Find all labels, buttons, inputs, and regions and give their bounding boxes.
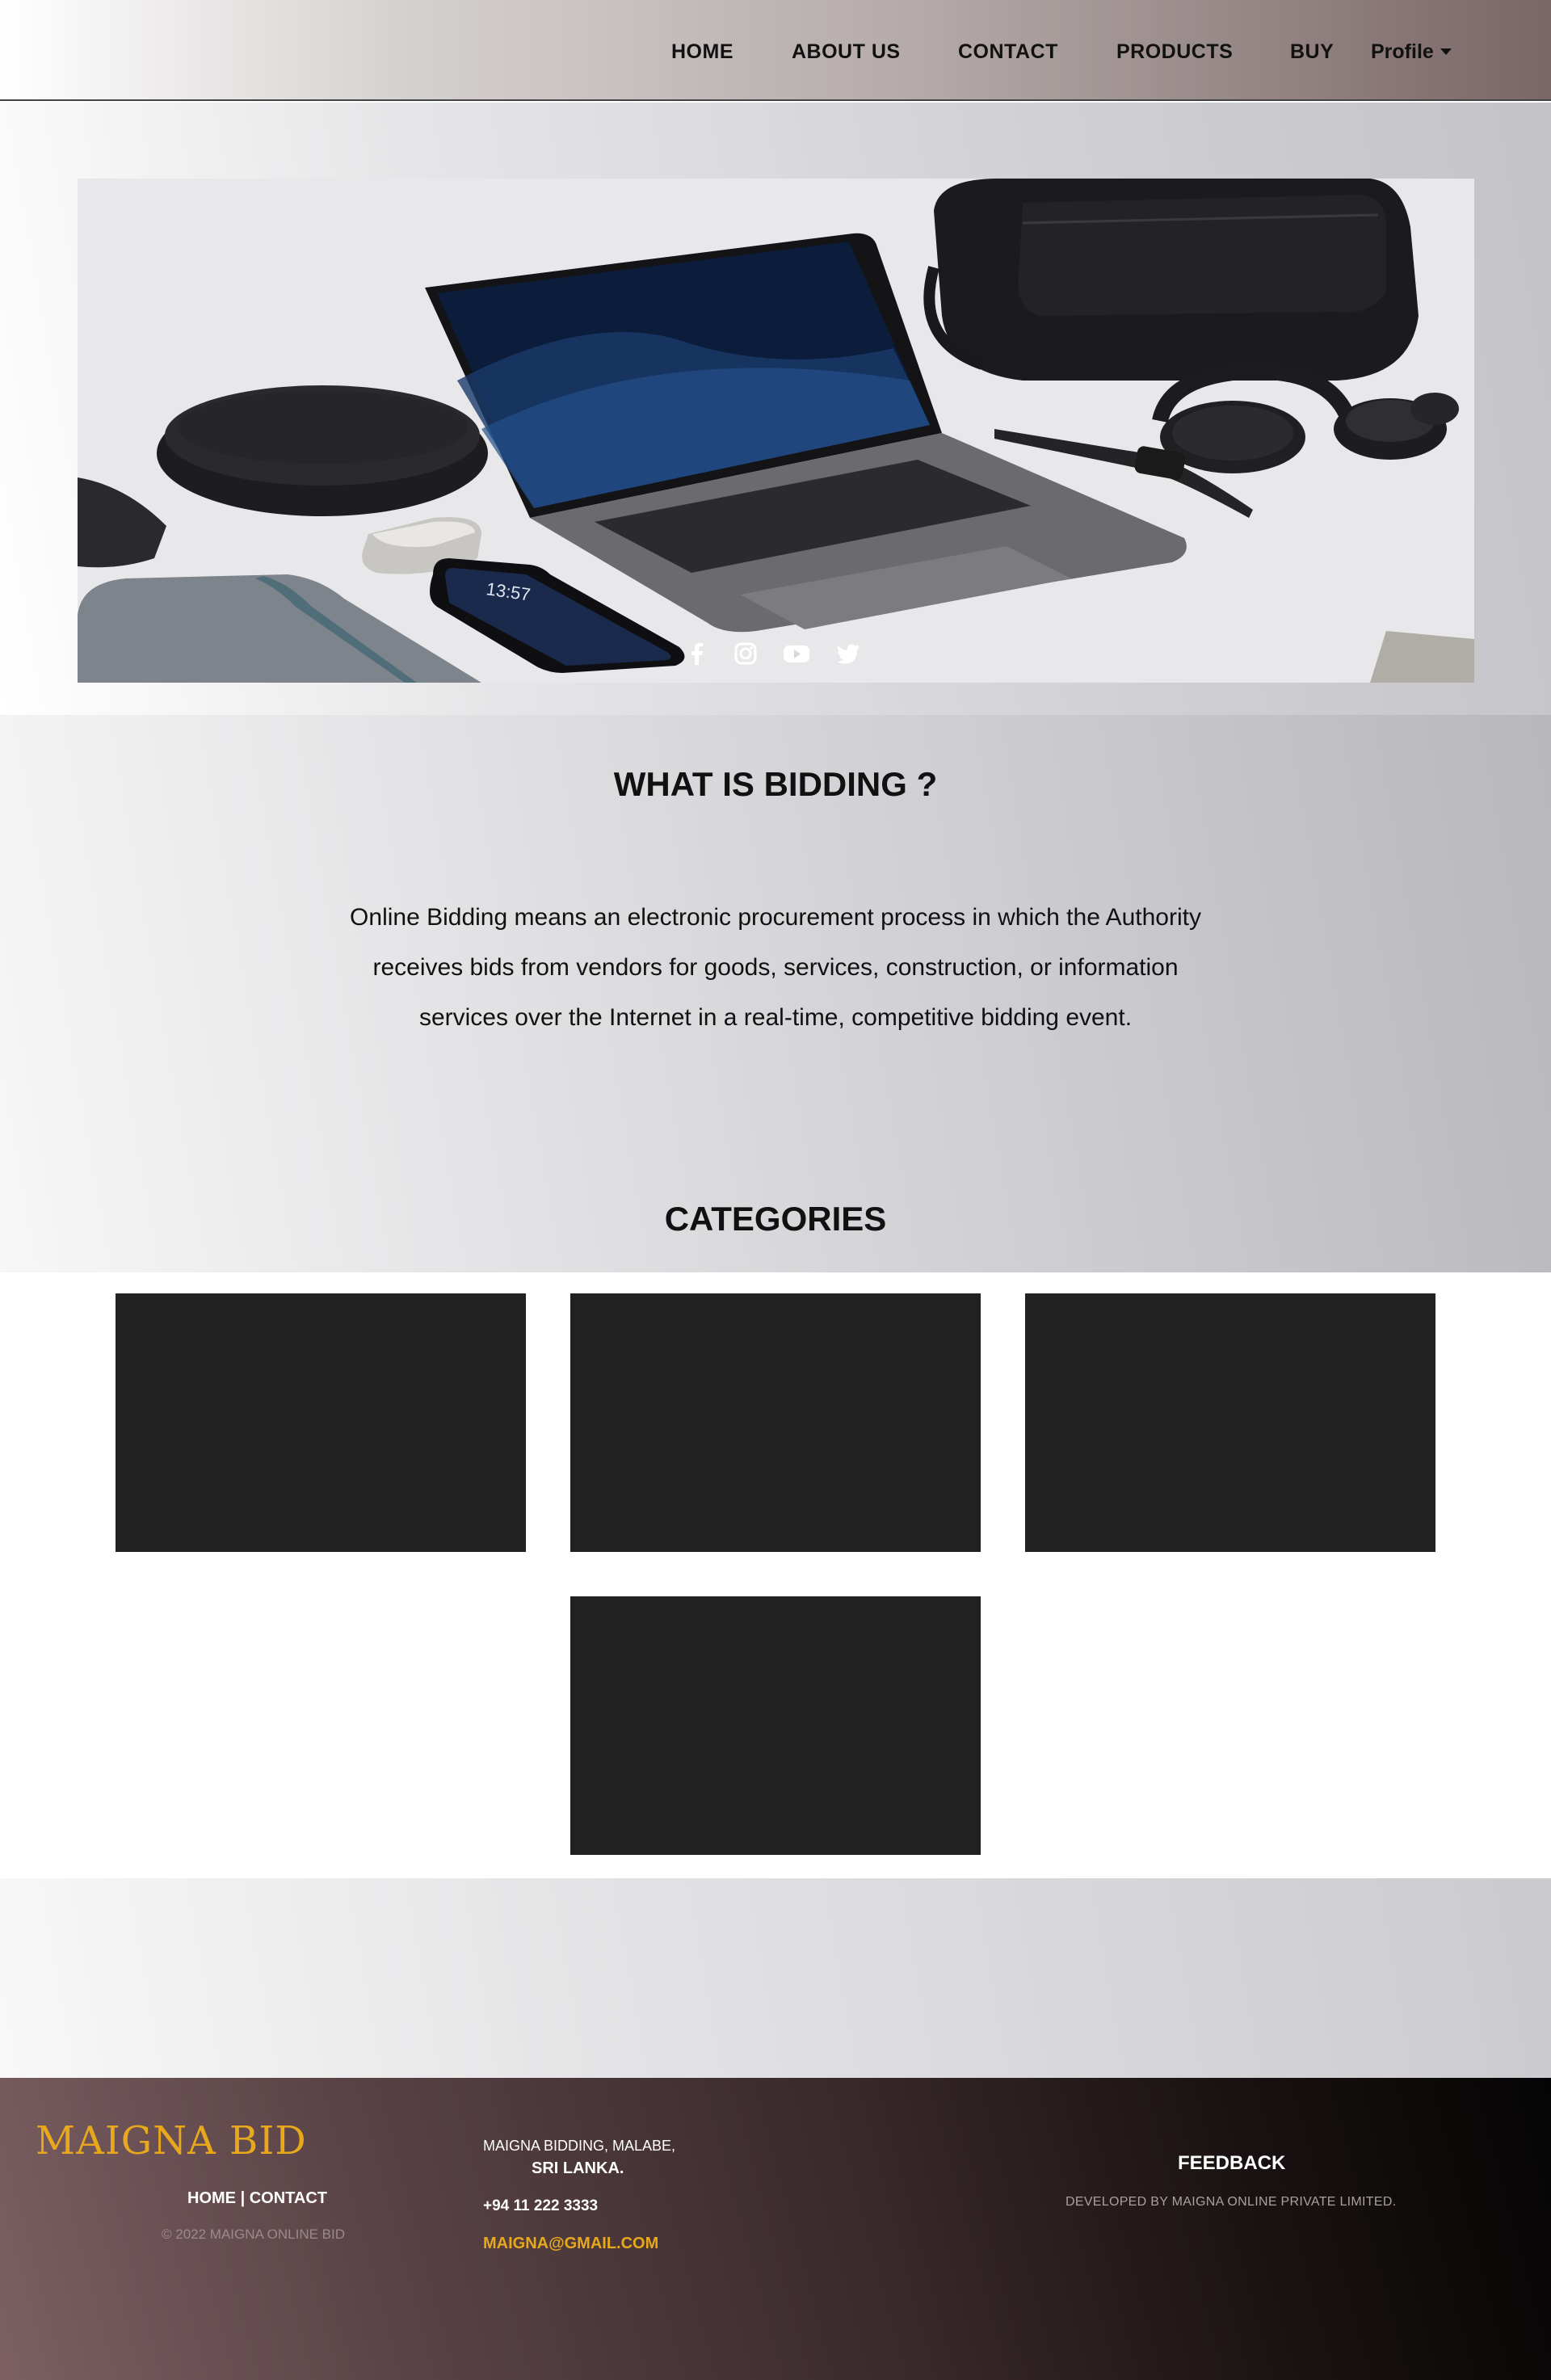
youtube-icon[interactable] bbox=[783, 641, 809, 666]
bidding-text-line: Online Bidding means an electronic procu… bbox=[350, 904, 1201, 931]
footer-phone: +94 11 222 3333 bbox=[483, 2197, 599, 2214]
top-navbar: HOME ABOUT US CONTACT PRODUCTS BUY Profi… bbox=[0, 0, 1551, 101]
categories-heading: CATEGORIES bbox=[664, 1200, 887, 1238]
nav-home[interactable]: HOME bbox=[671, 40, 733, 64]
footer: MAIGNA BID HOME | CONTACT © 2022 MAIGNA … bbox=[0, 2078, 1551, 2380]
category-card[interactable] bbox=[1025, 1293, 1435, 1552]
bidding-description: Online Bidding means an electronic procu… bbox=[307, 893, 1244, 1043]
footer-developer-credit: DEVELOPED BY MAIGNA ONLINE PRIVATE LIMIT… bbox=[1066, 2195, 1397, 2209]
categories-grid bbox=[0, 1272, 1551, 1878]
category-card[interactable] bbox=[570, 1293, 981, 1552]
bidding-text-line: services over the Internet in a real-tim… bbox=[418, 1004, 1133, 1031]
footer-email-link[interactable]: MAIGNA@GMAIL.COM bbox=[483, 2235, 658, 2253]
footer-link-contact[interactable]: CONTACT bbox=[250, 2189, 327, 2207]
instagram-icon[interactable] bbox=[733, 641, 759, 666]
feedback-link[interactable]: FEEDBACK bbox=[1178, 2152, 1285, 2175]
hero-banner-image: 13:57 bbox=[78, 179, 1474, 683]
footer-address-line2: SRI LANKA. bbox=[532, 2159, 624, 2177]
hero-section: 13:57 bbox=[0, 103, 1551, 715]
profile-label: Profile bbox=[1371, 40, 1434, 63]
bidding-info-section: WHAT IS BIDDING ? Online Bidding means a… bbox=[0, 715, 1551, 1272]
earbuds-case-graphic bbox=[157, 385, 488, 516]
spacer-section bbox=[0, 1878, 1551, 2078]
facebook-icon[interactable] bbox=[684, 641, 710, 666]
footer-address-line1: MAIGNA BIDDING, MALABE, bbox=[483, 2138, 676, 2154]
footer-links: HOME | CONTACT bbox=[187, 2189, 327, 2208]
footer-link-home[interactable]: HOME bbox=[187, 2189, 236, 2207]
nav-about-us[interactable]: ABOUT US bbox=[792, 40, 901, 64]
footer-copyright: © 2022 MAIGNA ONLINE BID bbox=[162, 2227, 345, 2242]
profile-dropdown[interactable]: Profile bbox=[1371, 40, 1452, 64]
bidding-heading: WHAT IS BIDDING ? bbox=[613, 765, 938, 803]
caret-down-icon bbox=[1440, 48, 1452, 55]
desk-gadgets-illustration: 13:57 bbox=[78, 179, 1474, 683]
category-card[interactable] bbox=[116, 1293, 526, 1552]
nav-products[interactable]: PRODUCTS bbox=[1116, 40, 1233, 64]
bidding-text-line: receives bids from vendors for goods, se… bbox=[372, 954, 1179, 981]
nav-contact[interactable]: CONTACT bbox=[958, 40, 1058, 64]
footer-link-separator: | bbox=[240, 2189, 246, 2207]
twitter-icon[interactable] bbox=[835, 641, 861, 666]
nav-buy[interactable]: BUY bbox=[1290, 40, 1334, 64]
backpack-graphic bbox=[923, 179, 1419, 381]
category-card[interactable] bbox=[570, 1596, 981, 1855]
footer-brand-logo[interactable]: MAIGNA BID bbox=[36, 2118, 307, 2163]
